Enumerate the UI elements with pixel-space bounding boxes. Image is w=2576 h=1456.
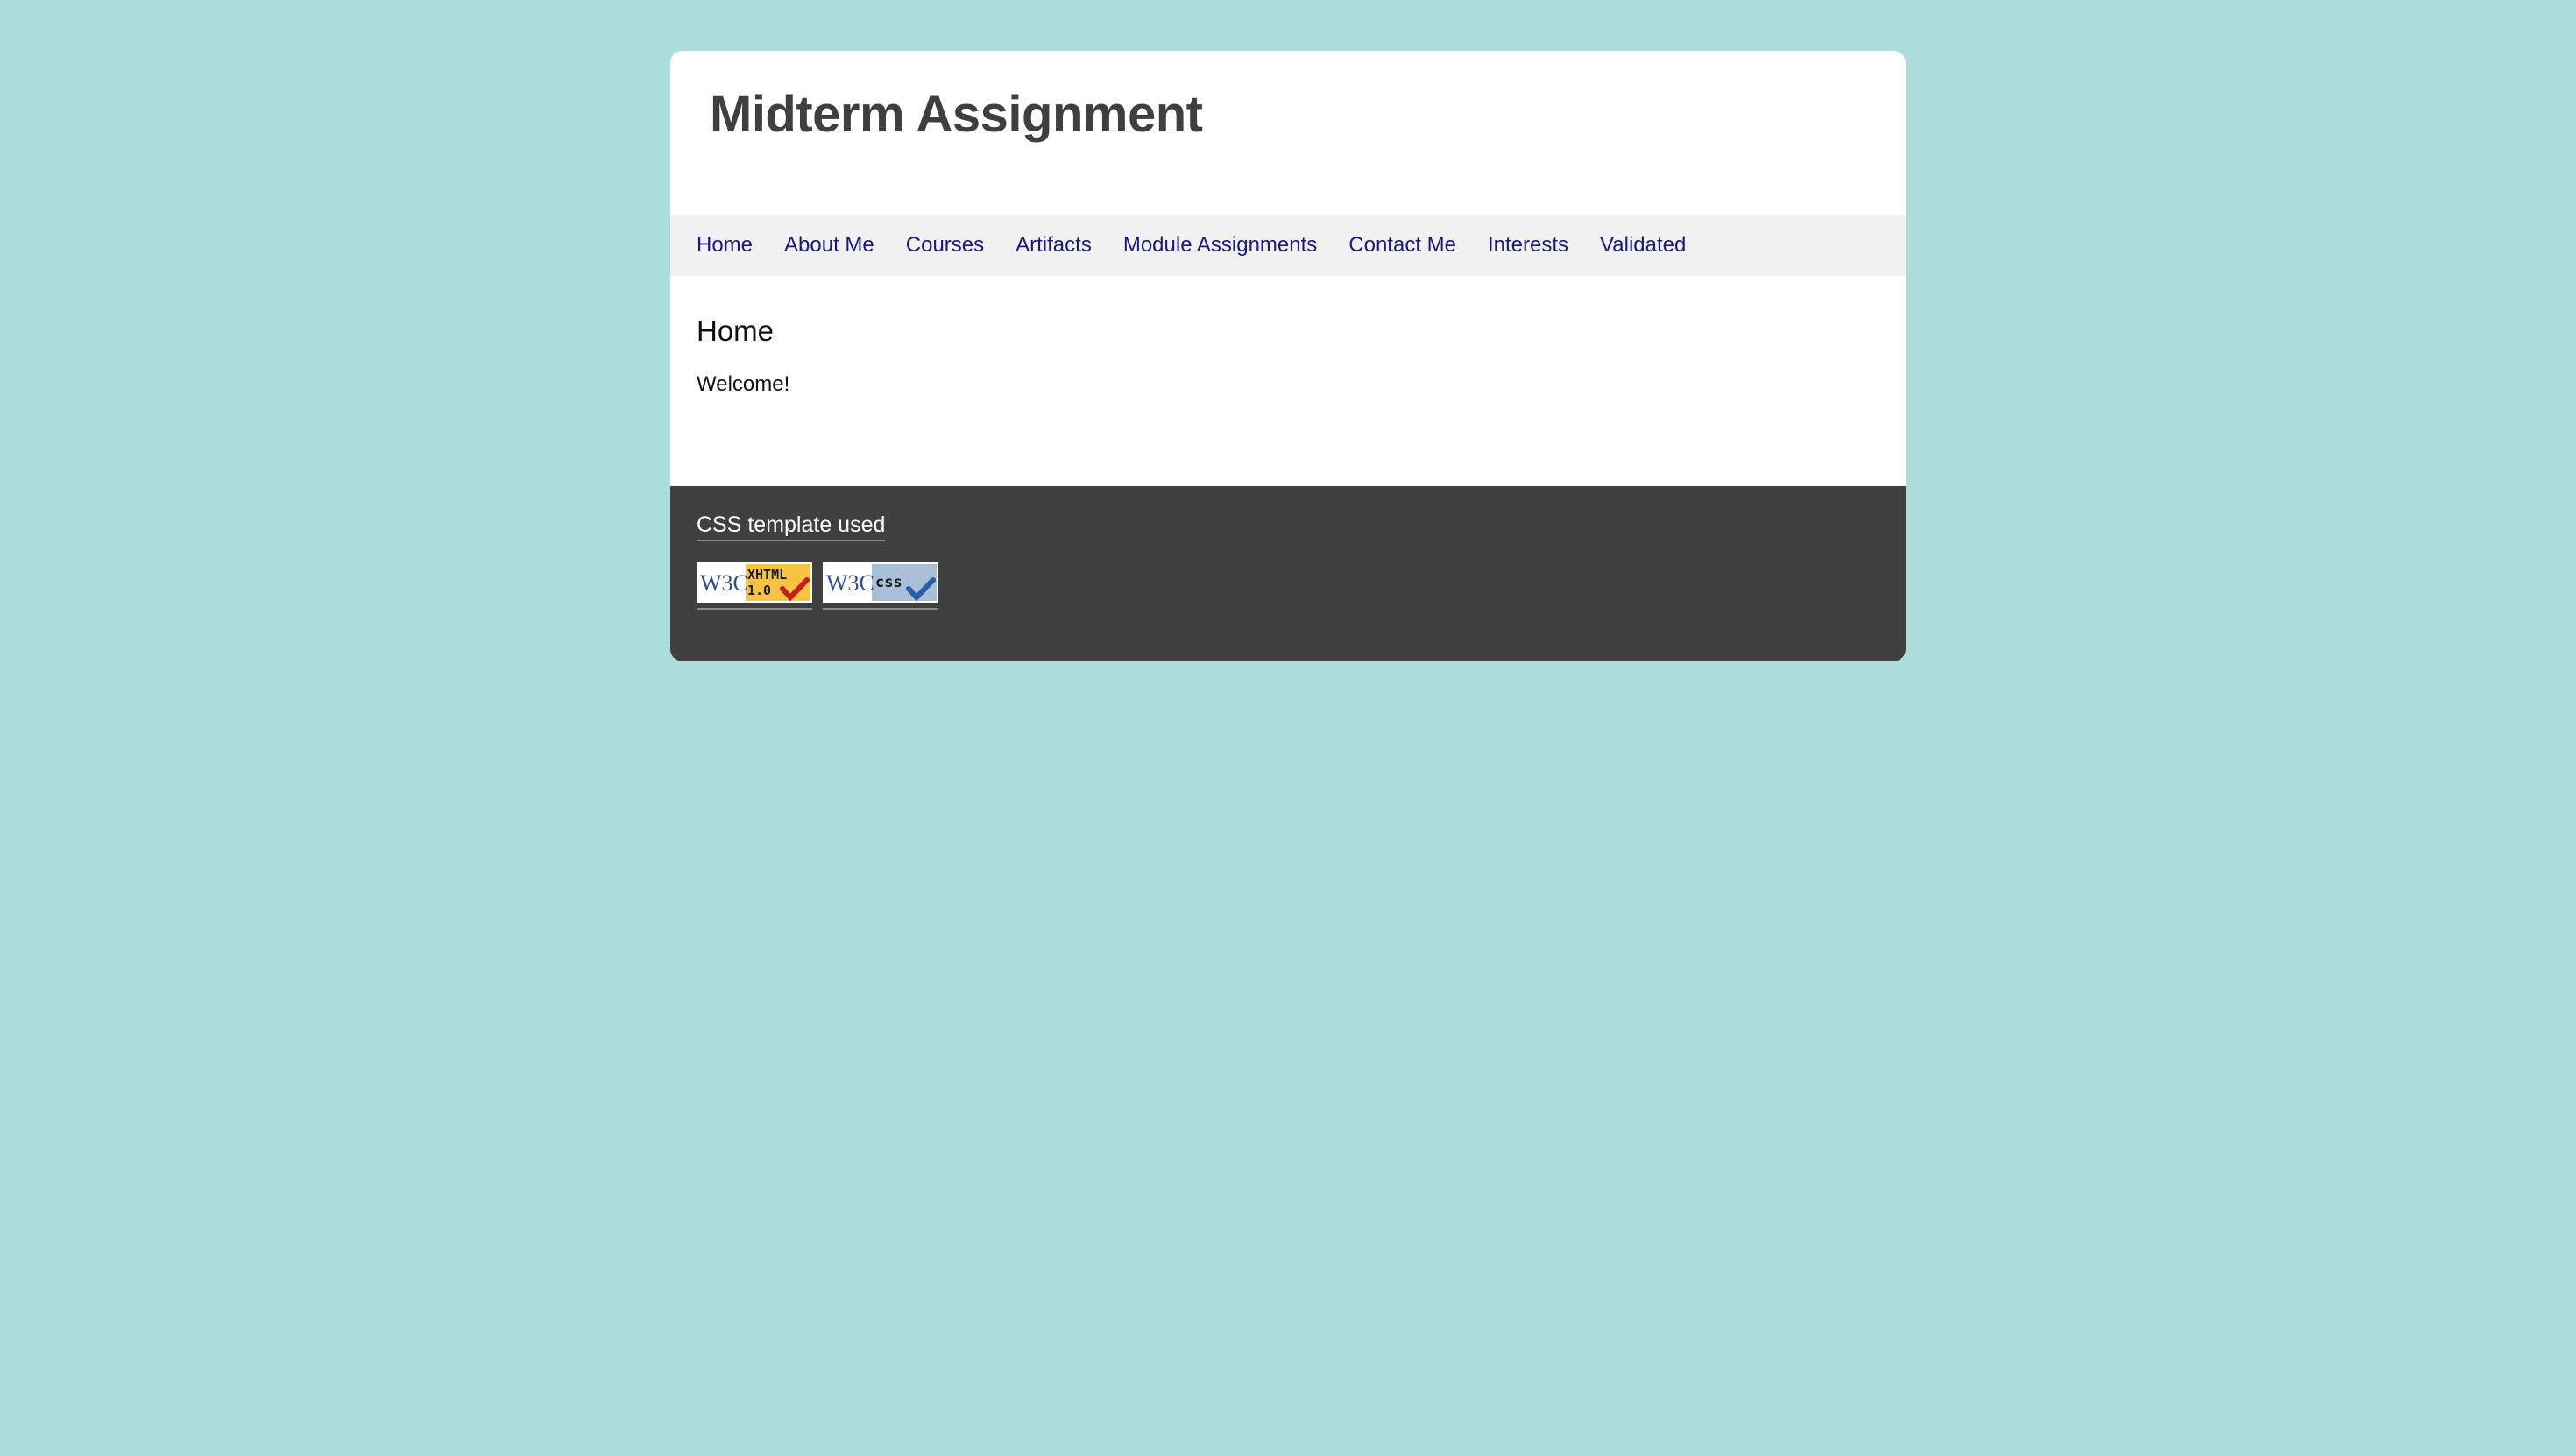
nav-item-courses[interactable]: Courses bbox=[906, 233, 984, 258]
w3c-xhtml-valid-badge[interactable]: W3C XHTML 1.0 bbox=[697, 562, 812, 610]
w3c-css-valid-icon: W3C css bbox=[823, 562, 938, 603]
svg-text:XHTML: XHTML bbox=[747, 567, 787, 583]
site-header: Midterm Assignment bbox=[670, 51, 1906, 215]
nav-item-about-me[interactable]: About Me bbox=[784, 233, 874, 258]
svg-text:1.0: 1.0 bbox=[747, 583, 771, 598]
nav-item-module-assignments[interactable]: Module Assignments bbox=[1123, 233, 1317, 258]
nav-item-interests[interactable]: Interests bbox=[1488, 233, 1568, 258]
svg-text:W3C: W3C bbox=[826, 570, 874, 596]
nav-item-artifacts[interactable]: Artifacts bbox=[1016, 233, 1092, 258]
css-template-link[interactable]: CSS template used bbox=[697, 512, 886, 541]
nav-item-validated[interactable]: Validated bbox=[1600, 233, 1686, 258]
page-container: Midterm Assignment Home About Me Courses… bbox=[670, 51, 1906, 661]
svg-text:css: css bbox=[875, 574, 902, 591]
page-heading: Home bbox=[697, 315, 775, 347]
nav-item-home[interactable]: Home bbox=[697, 233, 753, 258]
svg-text:W3C: W3C bbox=[700, 570, 748, 596]
site-title: Midterm Assignment bbox=[710, 86, 1203, 143]
welcome-text: Welcome! bbox=[697, 372, 790, 396]
validation-badges: W3C XHTML 1.0 W3C css bbox=[697, 562, 1879, 610]
w3c-xhtml-valid-icon: W3C XHTML 1.0 bbox=[697, 562, 812, 603]
main-nav: Home About Me Courses Artifacts Module A… bbox=[670, 215, 1906, 276]
main-content: Home Welcome! bbox=[670, 276, 1906, 486]
site-footer: CSS template used W3C XHTML 1.0 W3C css bbox=[670, 486, 1906, 661]
w3c-css-valid-badge[interactable]: W3C css bbox=[823, 562, 938, 610]
nav-item-contact-me[interactable]: Contact Me bbox=[1348, 233, 1456, 258]
